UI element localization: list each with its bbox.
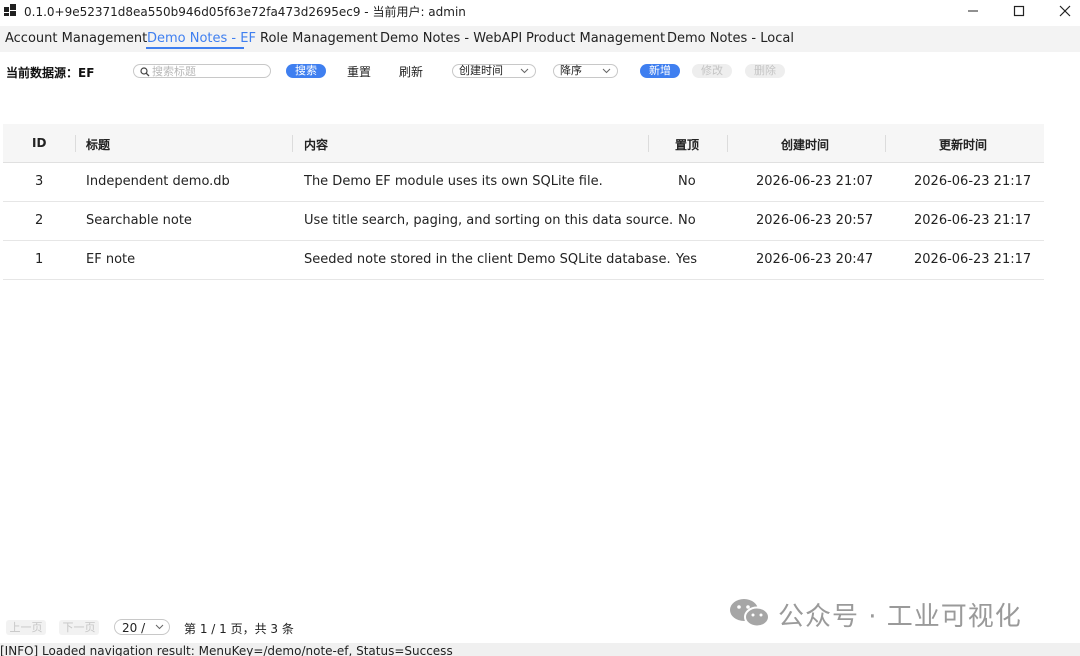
cell-updated: 2026-06-23 21:17 xyxy=(914,174,1032,189)
active-tab-indicator xyxy=(146,47,244,49)
minimize-button[interactable] xyxy=(950,0,996,22)
cell-title: Independent demo.db xyxy=(86,174,230,189)
cell-id: 3 xyxy=(35,174,44,189)
status-message: [INFO] Loaded navigation result: MenuKey… xyxy=(0,644,453,656)
cell-content: The Demo EF module uses its own SQLite f… xyxy=(304,174,603,189)
cell-updated: 2026-06-23 21:17 xyxy=(914,252,1032,267)
search-button[interactable]: 搜索 xyxy=(286,64,326,78)
tab-demo-notes-webapi[interactable]: Demo Notes - WebAPI xyxy=(380,31,522,46)
next-page-button[interactable]: 下一页 xyxy=(59,620,99,635)
tab-role-management[interactable]: Role Management xyxy=(260,31,378,46)
tab-demo-notes-local[interactable]: Demo Notes - Local xyxy=(667,31,794,46)
cell-pinned: No xyxy=(678,213,696,228)
cell-created: 2026-06-23 20:47 xyxy=(756,252,874,267)
minimize-icon xyxy=(968,10,978,12)
page-size-value: 20 / xyxy=(122,621,146,635)
tab-demo-notes-ef[interactable]: Demo Notes - EF xyxy=(147,31,256,46)
window-title: 0.1.0+9e52371d8ea550b946d05f63e72fa473d2… xyxy=(24,5,466,19)
column-divider xyxy=(648,135,649,152)
edit-button[interactable]: 修改 xyxy=(692,64,732,78)
sort-order-select[interactable]: 降序 xyxy=(553,64,618,78)
windows-grid-icon xyxy=(4,4,18,16)
column-header-updated[interactable]: 更新时间 xyxy=(939,136,987,153)
cell-content: Use title search, paging, and sorting on… xyxy=(304,213,674,228)
column-header-created[interactable]: 创建时间 xyxy=(781,136,829,153)
tab-account-management[interactable]: Account Management xyxy=(5,31,147,46)
column-divider xyxy=(292,135,293,152)
column-divider xyxy=(75,135,76,152)
table-row[interactable]: 1 EF note Seeded note stored in the clie… xyxy=(3,241,1044,280)
column-header-title[interactable]: 标题 xyxy=(86,136,110,153)
cell-id: 1 xyxy=(35,252,44,267)
cell-pinned: No xyxy=(678,174,696,189)
table-row[interactable]: 3 Independent demo.db The Demo EF module… xyxy=(3,163,1044,202)
sort-order-value: 降序 xyxy=(560,64,582,77)
reset-button[interactable]: 重置 xyxy=(347,63,371,80)
status-bar: [INFO] Loaded navigation result: MenuKey… xyxy=(0,643,1080,656)
close-icon xyxy=(1059,5,1071,17)
notes-table: ID 标题 内容 置顶 创建时间 更新时间 3 Independent demo… xyxy=(3,124,1044,280)
column-header-pinned[interactable]: 置顶 xyxy=(675,136,699,153)
table-header: ID 标题 内容 置顶 创建时间 更新时间 xyxy=(3,124,1044,163)
maximize-icon xyxy=(1013,5,1025,17)
cell-created: 2026-06-23 21:07 xyxy=(756,174,874,189)
column-header-id[interactable]: ID xyxy=(32,136,46,150)
cell-created: 2026-06-23 20:57 xyxy=(756,213,874,228)
title-bar: 0.1.0+9e52371d8ea550b946d05f63e72fa473d2… xyxy=(0,0,1080,22)
search-icon xyxy=(140,67,150,77)
sort-field-value: 创建时间 xyxy=(459,64,503,77)
cell-pinned: Yes xyxy=(676,252,697,267)
cell-title: Searchable note xyxy=(86,213,192,228)
close-button[interactable] xyxy=(1042,0,1080,22)
tab-product-management[interactable]: Product Management xyxy=(526,31,665,46)
delete-button[interactable]: 删除 xyxy=(745,64,785,78)
column-divider xyxy=(885,135,886,152)
cell-id: 2 xyxy=(35,213,44,228)
column-divider xyxy=(727,135,728,152)
page-size-select[interactable]: 20 / xyxy=(114,619,170,635)
cell-title: EF note xyxy=(86,252,136,267)
search-input[interactable] xyxy=(152,65,266,77)
pager: 上一页 下一页 20 / 第 1 / 1 页，共 3 条 xyxy=(0,618,1080,638)
cell-updated: 2026-06-23 21:17 xyxy=(914,213,1032,228)
table-row[interactable]: 2 Searchable note Use title search, pagi… xyxy=(3,202,1044,241)
search-box xyxy=(133,64,271,78)
refresh-button[interactable]: 刷新 xyxy=(399,63,423,80)
chevron-down-icon xyxy=(520,68,529,74)
add-button[interactable]: 新增 xyxy=(640,64,680,78)
prev-page-button[interactable]: 上一页 xyxy=(6,620,46,635)
toolbar: 当前数据源：EF 搜索 重置 刷新 创建时间 降序 新增 修改 删除 xyxy=(0,60,1080,82)
column-header-content[interactable]: 内容 xyxy=(304,136,328,153)
chevron-down-icon xyxy=(155,624,164,630)
chevron-down-icon xyxy=(602,68,611,74)
sort-field-select[interactable]: 创建时间 xyxy=(452,64,536,78)
maximize-button[interactable] xyxy=(996,0,1042,22)
cell-content: Seeded note stored in the client Demo SQ… xyxy=(304,252,671,267)
datasource-label: 当前数据源：EF xyxy=(6,66,95,80)
page-info: 第 1 / 1 页，共 3 条 xyxy=(184,622,294,636)
